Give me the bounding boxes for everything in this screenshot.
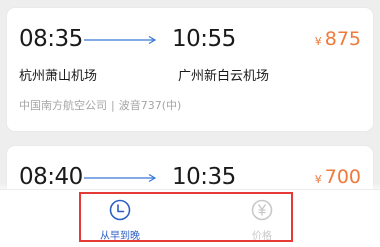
flight-info: 中国南方航空公司 | 波音737(中) (19, 97, 181, 113)
currency-symbol: ¥ (314, 35, 322, 48)
aircraft-type: 波音737(中) (118, 99, 182, 112)
arrival-airport: 广州新白云机场 (178, 69, 270, 84)
sort-by-time-tab[interactable]: 从早到晚 (85, 199, 155, 245)
price-value: 875 (324, 28, 361, 50)
arrival-time: 10:55 (172, 26, 236, 52)
arrow-right-icon (84, 35, 157, 45)
arrow-right-icon (84, 173, 157, 183)
sort-by-time-label: 从早到晚 (100, 231, 140, 242)
sort-by-price-tab[interactable]: 价格 (227, 199, 297, 245)
info-separator: | (111, 99, 115, 112)
clock-icon (109, 199, 131, 221)
yen-icon (251, 199, 273, 221)
departure-airport: 杭州萧山机场 (19, 69, 98, 84)
flight-price: ¥875 (315, 28, 361, 50)
departure-time: 08:35 (19, 26, 83, 52)
airline-name: 中国南方航空公司 (19, 99, 107, 112)
flight-card[interactable]: 08:35 10:55 ¥875 杭州萧山机场 广州新白云机场 中国南方航空公司… (7, 8, 373, 131)
sort-bar: 从早到晚 价格 (0, 189, 380, 247)
sort-by-price-label: 价格 (252, 231, 272, 242)
